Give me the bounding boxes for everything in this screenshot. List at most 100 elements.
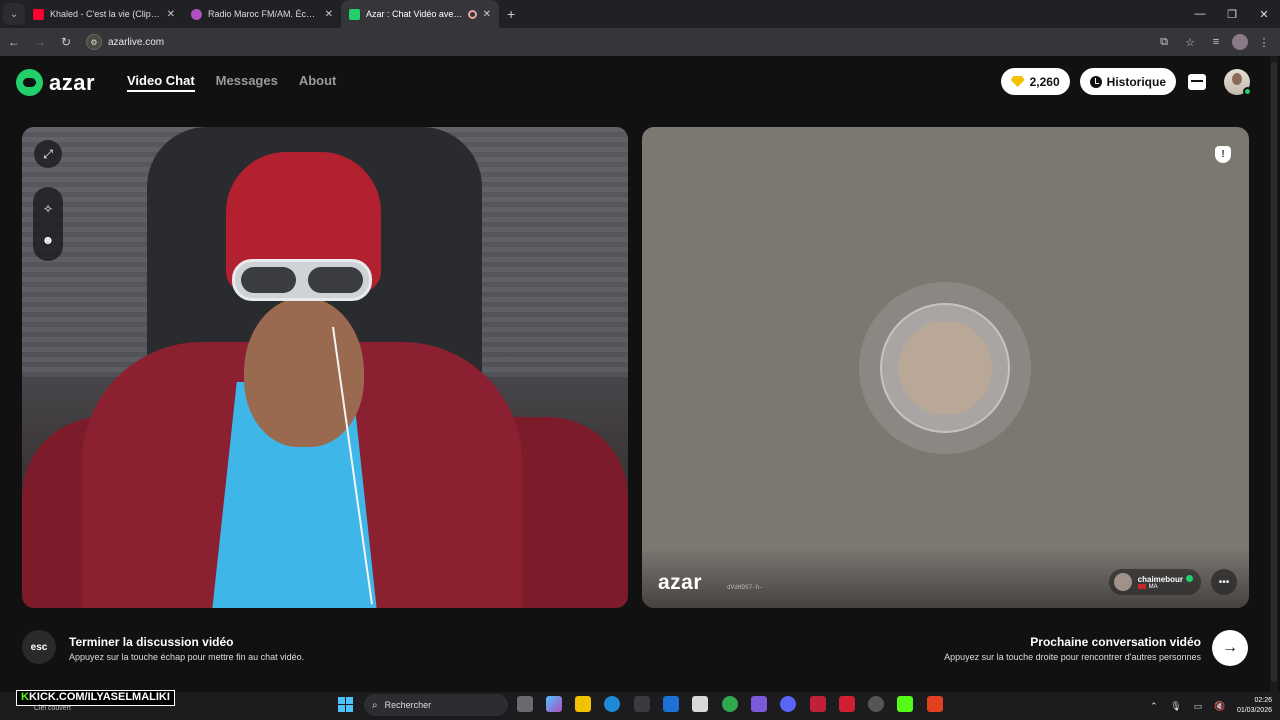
nav-messages[interactable]: Messages — [216, 73, 278, 92]
watermark-id: dVdHDS7-h- — [727, 584, 764, 591]
morocco-flag-icon — [1137, 584, 1146, 589]
adobe-icon[interactable] — [810, 696, 826, 712]
remote-video: ! azar dVdHDS7-h- chaimebour MA ••• — [642, 127, 1249, 608]
search-icon: ⌕ — [372, 699, 378, 711]
online-status-icon — [1243, 86, 1252, 96]
site-info-icon[interactable]: ⚙ — [86, 34, 102, 50]
copilot-icon[interactable] — [546, 696, 562, 712]
clock-time: 02:26 — [1254, 697, 1272, 704]
search-label: Rechercher — [384, 700, 432, 710]
verified-icon — [1186, 574, 1193, 582]
gems-count: 2,260 — [1029, 74, 1060, 89]
effects-toolbar: ✧ ☻ — [33, 187, 63, 261]
menu-dots-icon[interactable]: ⋮ — [1254, 32, 1274, 52]
new-tab-button[interactable]: + — [507, 6, 515, 22]
browser-tab-3[interactable]: Azar : Chat Vidéo avec de n ✕ — [341, 0, 499, 28]
network-icon[interactable]: ▭ — [1187, 701, 1209, 712]
partner-avatar — [1113, 573, 1132, 591]
history-label: Historique — [1106, 74, 1166, 89]
clock-icon — [1089, 75, 1102, 88]
next-chat-text: Prochaine conversation vidéo Appuyez sur… — [944, 635, 1201, 662]
magic-wand-icon[interactable]: ✧ — [43, 202, 53, 216]
close-tab-icon[interactable]: ✕ — [483, 9, 491, 20]
system-tray: ⌃ 🎙 ▭ 🔇 02:26 01/03/2026 — [1143, 692, 1280, 720]
page-scrollbar[interactable] — [1270, 56, 1278, 692]
gems-balance-button[interactable]: 2,260 — [1000, 68, 1070, 95]
end-chat-title: Terminer la discussion vidéo — [69, 635, 234, 649]
minimize-icon[interactable]: — — [1184, 0, 1216, 28]
azar-watermark: azar — [658, 571, 703, 594]
report-icon[interactable]: ! — [1215, 146, 1231, 163]
obs-icon[interactable] — [868, 696, 884, 712]
next-chat-hint: Appuyez sur la touche droite pour rencon… — [944, 652, 1201, 662]
app-red-icon[interactable] — [839, 696, 855, 712]
store-icon[interactable] — [634, 696, 650, 712]
play-icon[interactable] — [897, 696, 913, 712]
azar-logo[interactable]: azar — [16, 69, 95, 96]
mail-icon[interactable] — [663, 696, 679, 712]
bookmark-star-icon[interactable]: ☆ — [1180, 32, 1200, 52]
history-button[interactable]: Historique — [1079, 68, 1176, 95]
taskbar-clock[interactable]: 02:26 01/03/2026 — [1237, 696, 1272, 716]
back-icon[interactable]: ← — [2, 30, 26, 54]
sunglasses — [232, 259, 372, 301]
address-bar-actions: ⧉ ☆ ≡ ⋮ — [1154, 28, 1274, 56]
fullscreen-icon[interactable]: ⤢ — [34, 140, 62, 168]
youtube-favicon-icon — [33, 8, 44, 20]
partner-info-chip[interactable]: chaimebour MA — [1108, 569, 1201, 595]
url-field[interactable]: ⚙ azarlive.com — [86, 34, 164, 50]
url-text: azarlive.com — [108, 36, 165, 48]
active-app-icon[interactable] — [927, 696, 943, 712]
azar-favicon-icon — [349, 8, 360, 20]
local-video: ⤢ ✧ ☻ — [22, 127, 628, 608]
tab-title: Radio Maroc FM/AM. Écouter r — [208, 9, 319, 19]
end-chat-button[interactable]: esc — [22, 630, 56, 664]
window-controls: — ❐ ✕ — [1184, 0, 1280, 28]
partner-blurred-avatar — [898, 321, 992, 415]
edge-icon[interactable] — [604, 696, 620, 712]
recording-indicator-icon — [467, 9, 477, 19]
radio-favicon-icon — [191, 8, 202, 20]
discord-icon[interactable] — [780, 696, 796, 712]
reload-icon[interactable]: ↻ — [54, 30, 78, 54]
task-view-icon[interactable] — [517, 696, 533, 712]
browser-tab-1[interactable]: Khaled - C'est la vie (Clip officie ✕ — [25, 0, 183, 28]
tray-chevron-icon[interactable]: ⌃ — [1143, 701, 1165, 712]
app-icon[interactable] — [692, 696, 708, 712]
taskbar-search[interactable]: ⌕ Rechercher — [364, 694, 508, 716]
game-icon[interactable] — [751, 696, 767, 712]
profile-avatar-icon[interactable] — [1232, 34, 1248, 50]
browser-tab-bar: ⌄ Khaled - C'est la vie (Clip officie ✕ … — [0, 0, 1280, 28]
microphone-icon[interactable]: 🎙 — [1165, 701, 1187, 712]
next-chat-button[interactable]: → — [1212, 630, 1248, 666]
close-window-icon[interactable]: ✕ — [1248, 0, 1280, 28]
shop-icon[interactable] — [1188, 73, 1206, 90]
azar-page: azar Video Chat Messages About 2,260 His… — [0, 56, 1280, 692]
next-chat-title: Prochaine conversation vidéo — [1030, 635, 1201, 649]
forward-icon[interactable]: → — [28, 30, 52, 54]
address-bar: ← → ↻ ⚙ azarlive.com ⧉ ☆ ≡ ⋮ — [0, 28, 1280, 56]
nav-video-chat[interactable]: Video Chat — [127, 73, 195, 92]
user-avatar[interactable] — [1224, 68, 1252, 96]
tab-search-menu-icon[interactable]: ⌄ — [3, 3, 25, 25]
weather-widget[interactable]: Ciel couvert — [34, 705, 71, 712]
chrome-icon[interactable] — [722, 696, 738, 712]
close-tab-icon[interactable]: ✕ — [167, 9, 175, 20]
arrow-right-icon: → — [1222, 639, 1238, 656]
browser-tab-2[interactable]: Radio Maroc FM/AM. Écouter r ✕ — [183, 0, 341, 28]
close-tab-icon[interactable]: ✕ — [325, 9, 333, 20]
media-controls-icon[interactable]: ≡ — [1206, 32, 1226, 52]
nav-about[interactable]: About — [299, 73, 337, 92]
end-chat-hint: Appuyez sur la touche échap pour mettre … — [69, 652, 305, 662]
main-nav: Video Chat Messages About — [127, 73, 336, 92]
install-app-icon[interactable]: ⧉ — [1154, 32, 1174, 52]
clock-date: 01/03/2026 — [1236, 707, 1272, 714]
file-explorer-icon[interactable] — [575, 696, 591, 712]
scrollbar-thumb[interactable] — [1271, 62, 1277, 682]
windows-start-icon[interactable] — [338, 697, 353, 712]
face-filter-icon[interactable]: ☻ — [42, 233, 55, 247]
azar-logo-text: azar — [49, 69, 96, 95]
volume-muted-icon[interactable]: 🔇 — [1209, 701, 1231, 712]
restore-icon[interactable]: ❐ — [1216, 0, 1248, 28]
chat-bubble-icon[interactable]: ••• — [1211, 569, 1237, 595]
